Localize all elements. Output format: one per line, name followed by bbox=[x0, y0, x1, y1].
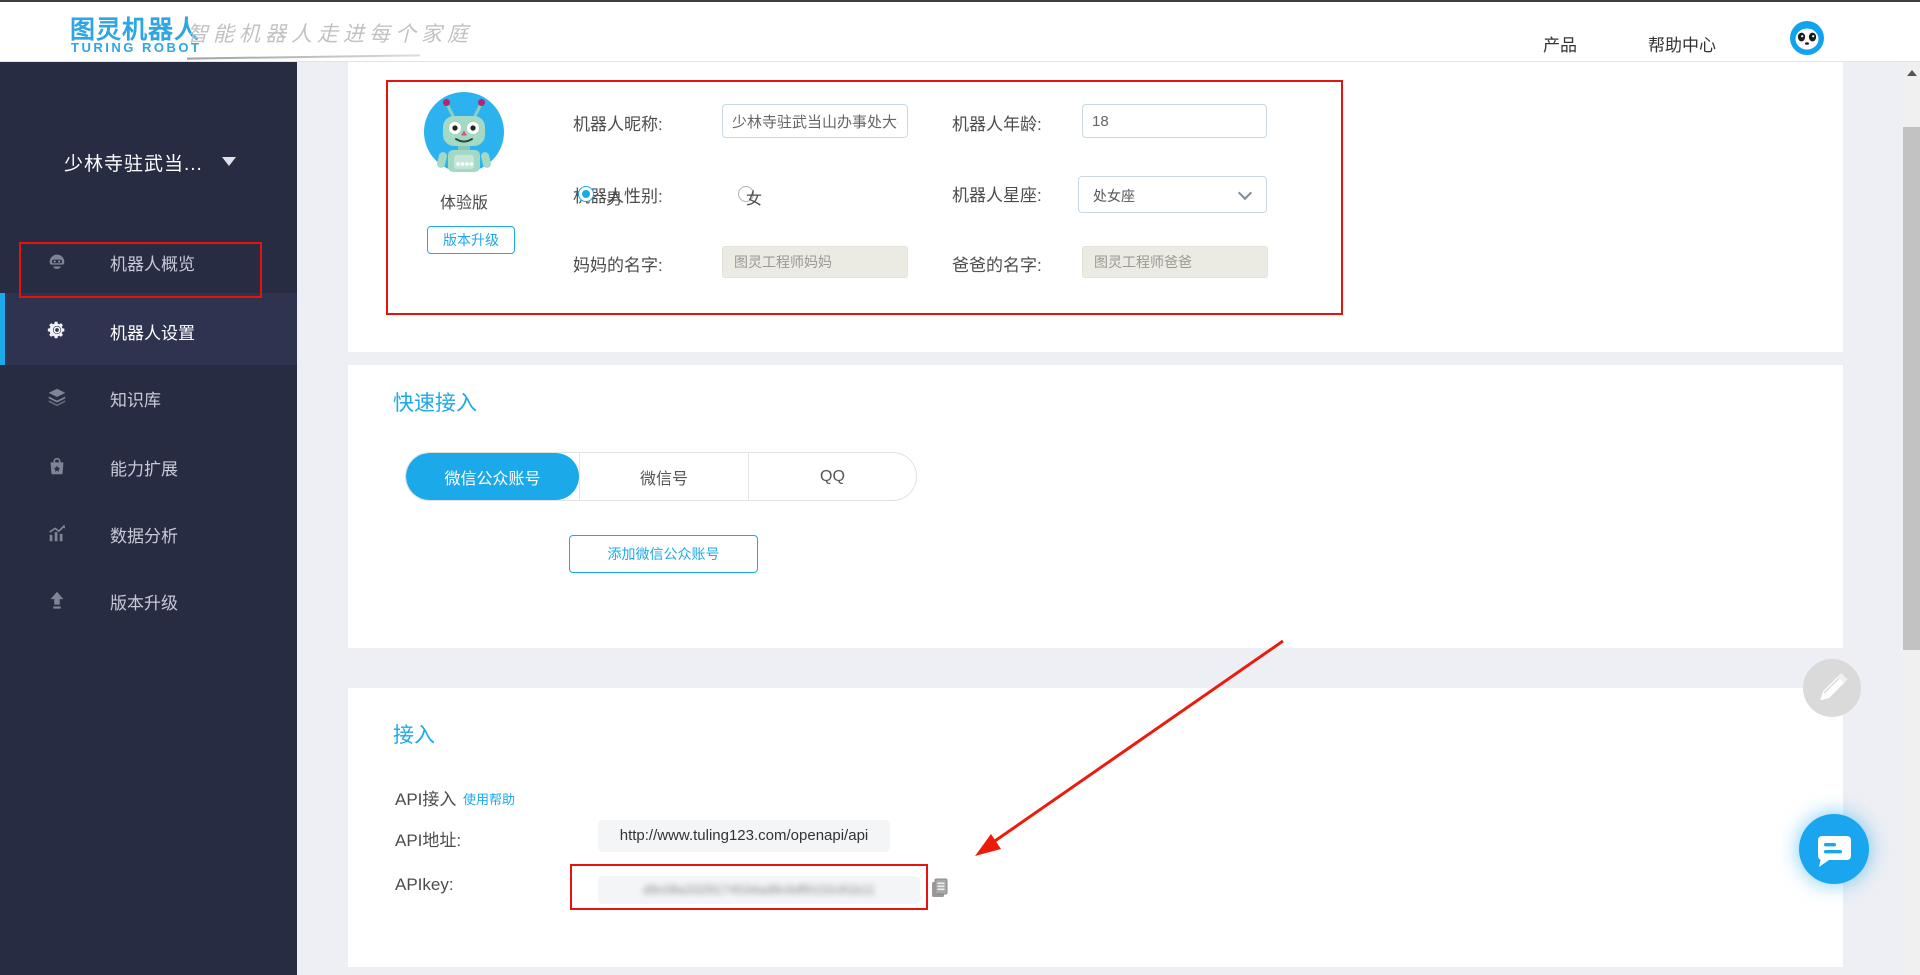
father-name-label: 爸爸的名字: bbox=[952, 256, 1042, 275]
chat-bubble-icon bbox=[1818, 836, 1851, 867]
edit-fab[interactable] bbox=[1803, 659, 1861, 717]
sidebar-item-label: 机器人设置 bbox=[110, 324, 195, 343]
mother-name-input bbox=[722, 246, 908, 278]
layers-icon bbox=[46, 386, 68, 408]
zodiac-selected-value: 处女座 bbox=[1093, 188, 1135, 204]
nickname-label: 机器人昵称: bbox=[573, 115, 663, 134]
annotation-box-sidebar bbox=[19, 242, 262, 298]
apikey-value: d9c08a3329174534ad8c6df9102c81b11 bbox=[598, 876, 920, 904]
sidebar bbox=[0, 62, 297, 975]
access-title: 接入 bbox=[393, 724, 435, 747]
brand-logo-en: TURING ROBOT bbox=[71, 40, 202, 55]
sidebar-item-data-analysis[interactable]: 数据分析 bbox=[0, 522, 297, 546]
zodiac-label: 机器人星座: bbox=[952, 186, 1042, 205]
sidebar-item-skill-extension[interactable]: 能力扩展 bbox=[0, 455, 297, 479]
quick-access-card bbox=[348, 365, 1843, 648]
chevron-down-icon bbox=[1237, 185, 1253, 201]
api-access-label: API接入 bbox=[395, 790, 457, 809]
zodiac-select[interactable]: 处女座 bbox=[1078, 176, 1267, 213]
robot-avatar[interactable] bbox=[424, 92, 504, 172]
tab-qq[interactable]: QQ bbox=[748, 453, 916, 500]
add-wechat-official-button[interactable]: 添加微信公众账号 bbox=[569, 535, 758, 573]
age-input[interactable] bbox=[1082, 104, 1267, 138]
api-address-label: API地址: bbox=[395, 831, 462, 850]
app-window: 图灵机器人 TURING ROBOT 智能机器人走进每个家庭 产品 帮助中心 少… bbox=[0, 0, 1920, 975]
quick-access-title: 快速接入 bbox=[393, 392, 477, 415]
channel-tabs: 微信公众账号 微信号 QQ bbox=[405, 452, 917, 501]
robot-selector[interactable]: 少林寺驻武当... bbox=[64, 149, 203, 176]
apikey-label: APIkey: bbox=[395, 875, 454, 894]
api-address-value: http://www.tuling123.com/openapi/api bbox=[598, 820, 890, 852]
nav-help-center[interactable]: 帮助中心 bbox=[1648, 31, 1716, 56]
sidebar-item-label: 知识库 bbox=[110, 391, 161, 410]
chat-fab[interactable] bbox=[1799, 814, 1869, 884]
mother-name-label: 妈妈的名字: bbox=[573, 256, 663, 275]
usage-help-link[interactable]: 使用帮助 bbox=[463, 789, 515, 808]
access-card bbox=[348, 688, 1843, 967]
apikey-masked-text: d9c08a3329174534ad8c6df9102c81b11 bbox=[643, 882, 875, 897]
sidebar-item-label: 能力扩展 bbox=[110, 460, 178, 479]
bag-icon bbox=[46, 455, 68, 477]
tab-wechat[interactable]: 微信号 bbox=[579, 453, 748, 500]
tab-label: QQ bbox=[820, 467, 845, 485]
gender-male-option[interactable]: 男 bbox=[606, 185, 622, 209]
scrollbar-up-arrow[interactable] bbox=[1907, 70, 1917, 76]
upgrade-icon bbox=[46, 589, 68, 611]
father-name-input bbox=[1082, 246, 1268, 278]
version-upgrade-button[interactable]: 版本升级 bbox=[427, 226, 515, 254]
sidebar-item-label: 版本升级 bbox=[110, 594, 178, 613]
nickname-input[interactable] bbox=[722, 104, 908, 138]
tab-wechat-official[interactable]: 微信公众账号 bbox=[406, 453, 579, 500]
sidebar-item-robot-settings[interactable]: 机器人设置 bbox=[0, 319, 297, 343]
brand-tagline: 智能机器人走进每个家庭 bbox=[187, 23, 473, 46]
age-label: 机器人年龄: bbox=[952, 115, 1042, 134]
chevron-down-icon[interactable] bbox=[222, 157, 236, 166]
version-badge: 体验版 bbox=[439, 195, 488, 212]
sidebar-item-knowledge-base[interactable]: 知识库 bbox=[0, 386, 297, 410]
nav-products[interactable]: 产品 bbox=[1543, 31, 1577, 56]
copy-icon[interactable] bbox=[931, 878, 948, 900]
chart-icon bbox=[46, 522, 68, 544]
pencil-icon bbox=[1820, 673, 1848, 701]
sidebar-item-label: 数据分析 bbox=[110, 527, 178, 546]
gear-icon bbox=[46, 319, 68, 341]
user-avatar[interactable] bbox=[1789, 20, 1825, 56]
sidebar-item-version-upgrade[interactable]: 版本升级 bbox=[0, 589, 297, 613]
tab-label: 微信公众账号 bbox=[444, 470, 541, 488]
scrollbar-thumb[interactable] bbox=[1903, 127, 1920, 650]
tab-label: 微信号 bbox=[639, 470, 688, 488]
window-top-edge bbox=[0, 0, 1920, 2]
gender-male-radio[interactable] bbox=[578, 186, 594, 202]
gender-female-option[interactable]: 女 bbox=[746, 185, 762, 209]
